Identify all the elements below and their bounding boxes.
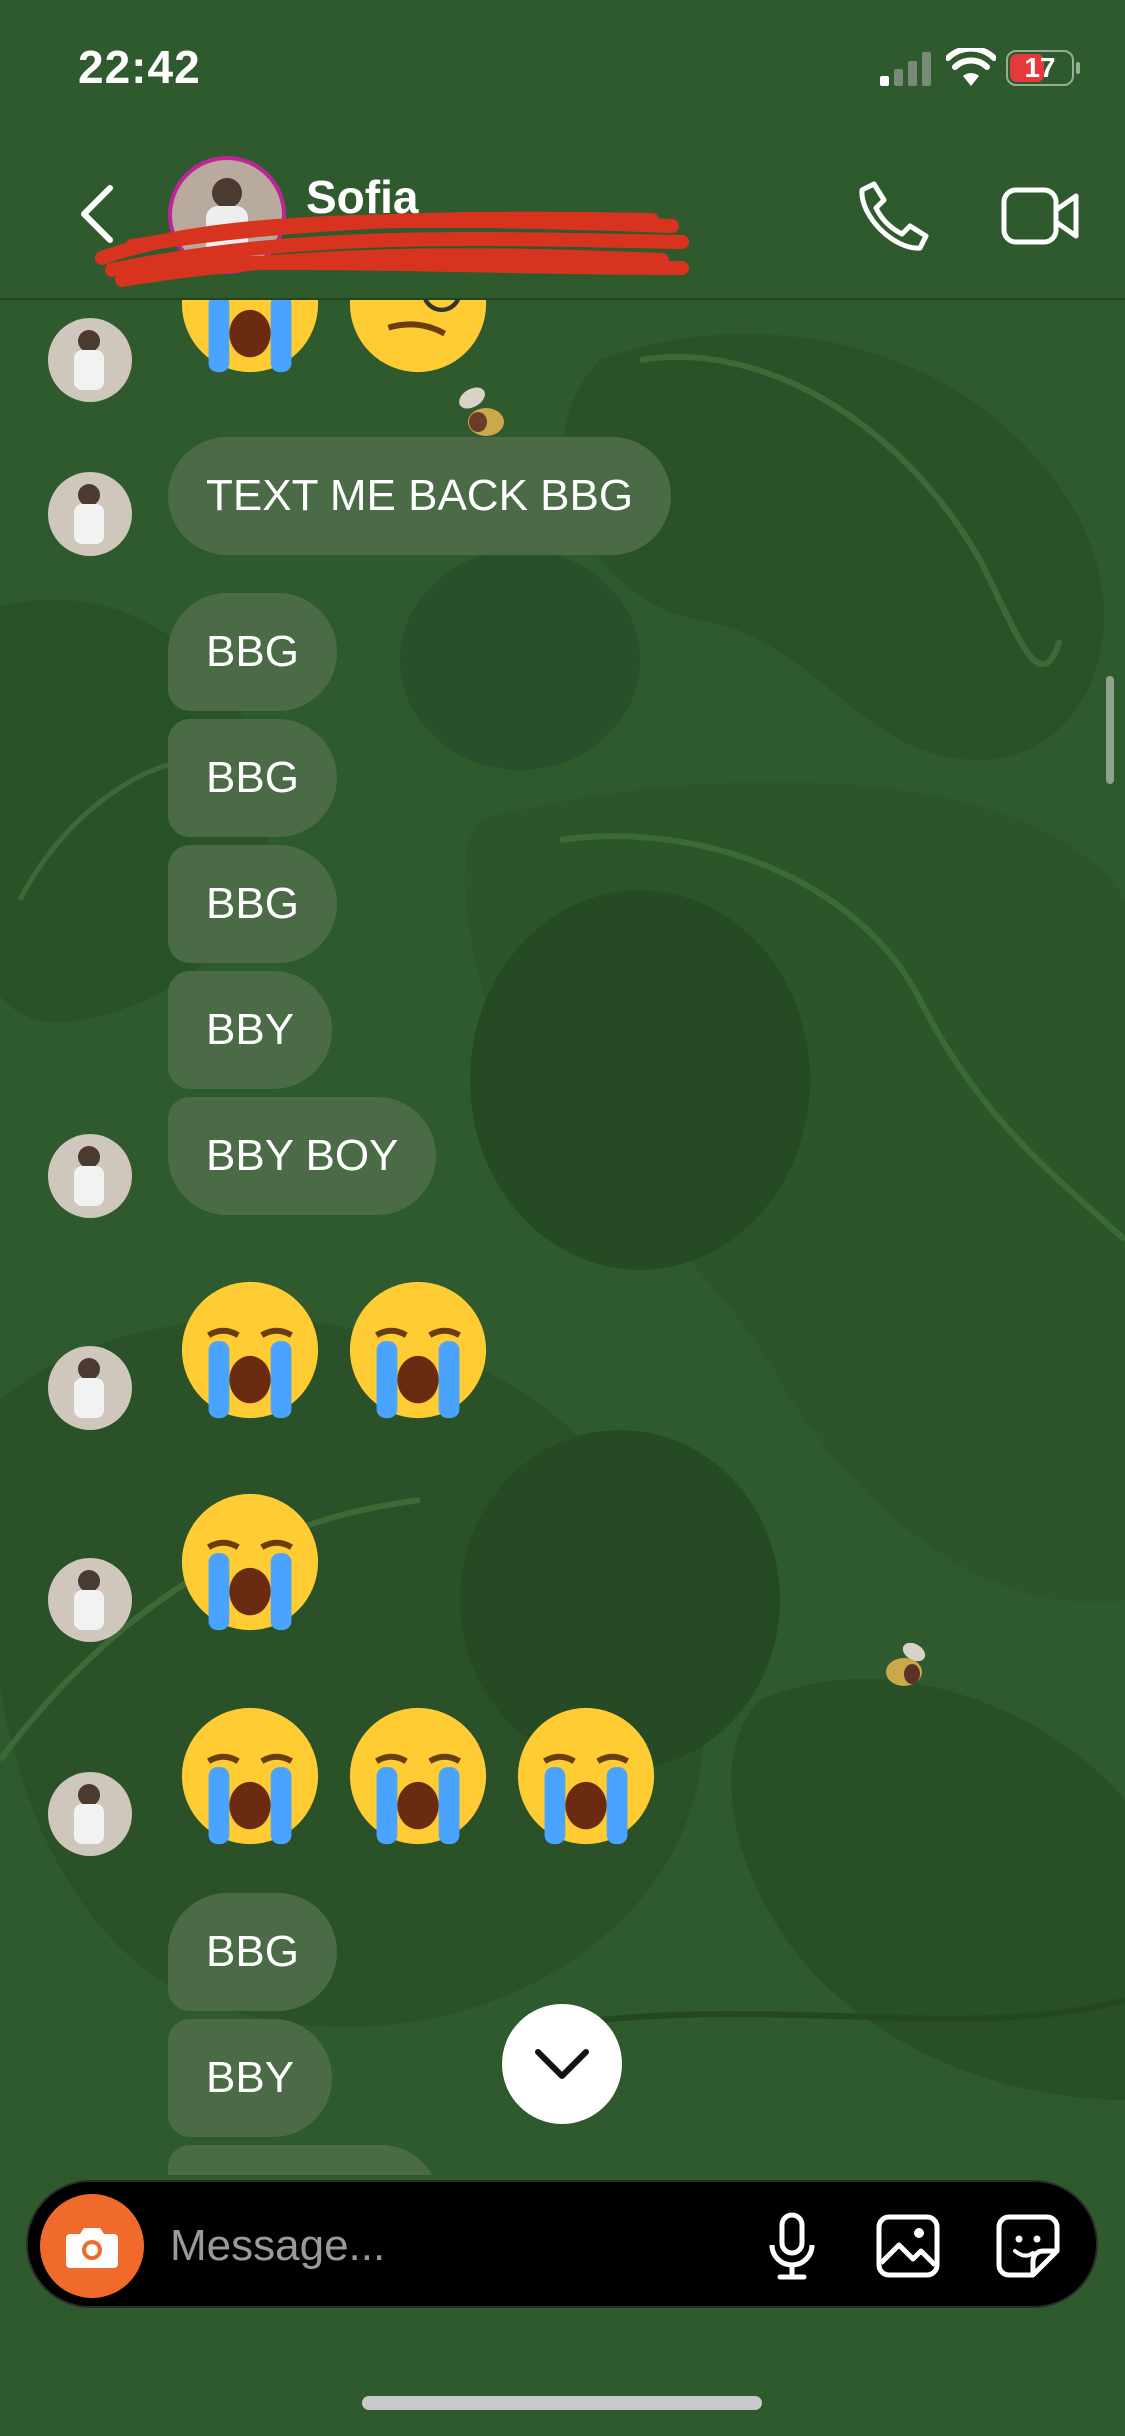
clipped-message-bubble[interactable] [168,2145,440,2175]
message-bubble[interactable]: TEXT ME BACK BBG [168,437,672,555]
battery-icon: 17 [1006,50,1080,86]
sender-avatar[interactable] [48,1134,132,1218]
crying-emoji [181,300,319,373]
sender-avatar[interactable] [48,472,132,556]
message-text: BBG [206,753,299,802]
monocle-emoji [349,300,487,373]
bee-decoration [886,1642,926,1686]
sticker-button[interactable] [988,2206,1068,2286]
chat-screen: { "status_bar": { "time": "22:42", "batt… [0,0,1125,2436]
crying-emoji[interactable] [512,1702,660,1850]
crying-emoji[interactable] [344,1702,492,1850]
message-text: BBY [206,1005,295,1054]
message-input[interactable] [168,2200,732,2292]
microphone-icon [769,2212,815,2280]
crying-emoji[interactable] [176,1702,324,1850]
camera-button[interactable] [40,2194,144,2298]
status-bar: 22:42 17 [0,0,1125,140]
clipped-emoji-row [0,300,1125,420]
cellular-signal-icon [880,52,931,86]
phone-icon[interactable] [854,178,930,254]
sender-avatar[interactable] [48,318,132,402]
camera-icon [66,2228,118,2268]
message-text: BBY BOY [206,1131,399,1180]
chat-header: Sofia [0,140,1125,300]
crying-emoji[interactable] [176,1488,324,1636]
crying-emoji[interactable] [176,1276,324,1424]
message-text: BBG [206,879,299,928]
scroll-to-bottom-button[interactable] [502,2004,622,2124]
message-bubble[interactable]: BBG [168,719,337,837]
sender-avatar[interactable] [48,1772,132,1856]
crying-emoji[interactable] [344,1276,492,1424]
message-text: BBG [206,627,299,676]
message-bubble[interactable]: BBG [168,1893,337,2011]
message-text: BBG [206,1927,299,1976]
message-text: TEXT ME BACK BBG [206,471,634,520]
message-bubble[interactable]: BBY [168,2019,333,2137]
message-bubble[interactable]: BBY BOY [168,1097,437,1215]
video-camera-icon[interactable] [1000,184,1080,248]
scrollbar[interactable] [1106,676,1114,784]
home-indicator [362,2396,762,2410]
message-bubble[interactable]: BBY [168,971,333,1089]
sticker-icon [996,2214,1060,2278]
status-time: 22:42 [78,41,201,93]
message-bubble[interactable]: BBG [168,845,337,963]
battery-level: 17 [1024,52,1056,83]
gallery-button[interactable] [868,2206,948,2286]
microphone-button[interactable] [752,2206,832,2286]
redaction-scribble [95,211,689,287]
wifi-icon [946,48,996,86]
gallery-icon [876,2214,940,2278]
sender-avatar[interactable] [48,1346,132,1430]
message-bubble[interactable]: BBG [168,593,337,711]
message-text: BBY [206,2053,295,2102]
message-composer [26,2180,1098,2308]
sender-avatar[interactable] [48,1558,132,1642]
chevron-down-icon [535,2049,589,2079]
